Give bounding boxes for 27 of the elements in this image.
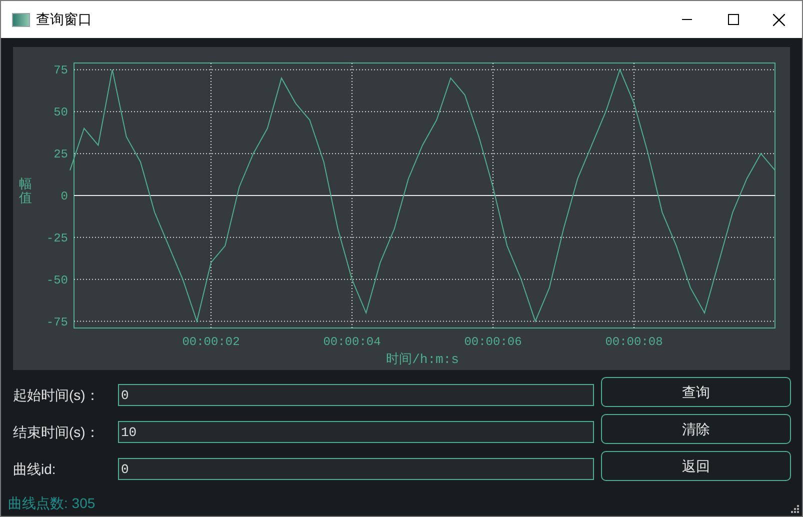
y-tick-label: 25 xyxy=(54,148,68,162)
y-tick-label: -25 xyxy=(46,231,68,246)
resize-grip-icon xyxy=(791,505,800,514)
action-button[interactable]: 返回 xyxy=(601,451,791,481)
field-label: 起始时间(s)： xyxy=(13,386,100,405)
y-tick-label: 0 xyxy=(60,190,68,204)
point-count-status: 曲线点数: 305 xyxy=(8,494,96,513)
action-button[interactable]: 查询 xyxy=(601,377,791,407)
app-icon xyxy=(12,12,30,26)
action-button[interactable]: 清除 xyxy=(601,414,791,444)
y-tick-label: -50 xyxy=(46,273,68,288)
window-title: 查询窗口 xyxy=(36,10,92,29)
y-tick-label: 75 xyxy=(54,64,68,78)
x-tick-label: 00:00:08 xyxy=(605,335,663,349)
close-icon xyxy=(773,14,785,26)
y-tick-label: 50 xyxy=(54,106,68,120)
x-tick-label: 00:00:06 xyxy=(464,335,522,349)
x-tick-label: 00:00:04 xyxy=(323,335,381,349)
field-label: 结束时间(s)： xyxy=(13,422,100,442)
y-axis-title: 幅值 xyxy=(19,177,32,206)
input-field[interactable]: 0 xyxy=(118,458,594,480)
input-field[interactable]: 0 xyxy=(118,384,594,406)
x-tick-label: 00:00:02 xyxy=(182,335,240,349)
field-label: 曲线id: xyxy=(13,460,57,478)
y-tick-label: -75 xyxy=(46,315,68,330)
x-axis-title: 时间/h:m:s xyxy=(386,352,459,367)
input-field[interactable]: 10 xyxy=(118,421,594,443)
